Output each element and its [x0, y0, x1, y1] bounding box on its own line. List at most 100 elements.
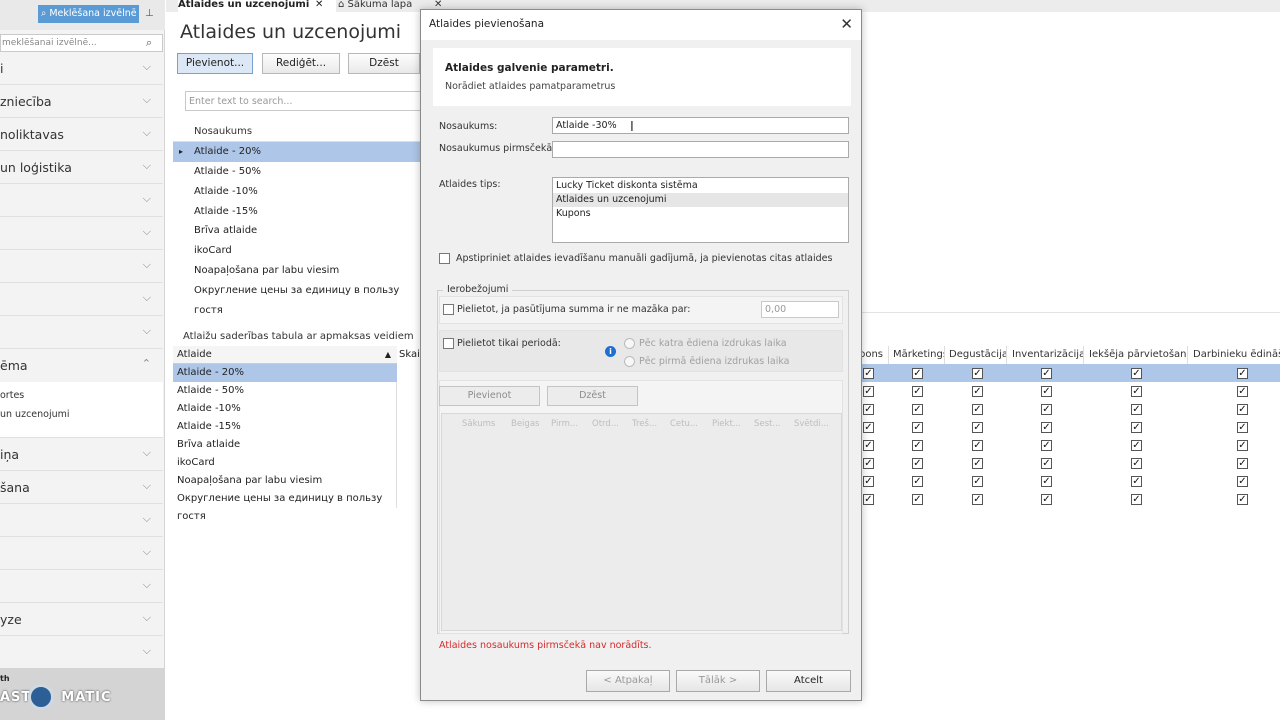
compat-row[interactable]: Brīva atlaide: [173, 436, 397, 454]
confirm-manual-checkbox[interactable]: [439, 253, 450, 264]
compat-checkbox[interactable]: ✓: [972, 458, 983, 469]
compat-checkbox[interactable]: ✓: [1041, 422, 1052, 433]
min-sum-field[interactable]: 0,00: [761, 301, 839, 318]
period-checkbox[interactable]: [443, 338, 454, 349]
compat-checkbox[interactable]: ✓: [863, 476, 874, 487]
compat-checkbox[interactable]: ✓: [1041, 404, 1052, 415]
compat-checkbox[interactable]: ✓: [1131, 386, 1142, 397]
grid-add-button[interactable]: Pievienot: [439, 386, 540, 406]
compat-row[interactable]: Atlaide -10%: [173, 400, 397, 418]
compat-checkbox[interactable]: ✓: [912, 494, 923, 505]
compat-checkbox[interactable]: ✓: [1041, 458, 1052, 469]
compat-col-header[interactable]: Mārketings: [891, 346, 945, 364]
sidebar-item[interactable]: i ⌵: [0, 52, 163, 85]
close-icon[interactable]: ✕: [315, 0, 323, 10]
sidebar-subitem[interactable]: un uzcenojumi: [0, 409, 70, 420]
name-field[interactable]: Atlaide -30%: [552, 117, 849, 134]
type-option[interactable]: Lucky Ticket diskonta sistēma: [553, 179, 848, 193]
compat-checkbox[interactable]: ✓: [863, 440, 874, 451]
grid-delete-button[interactable]: Dzēst: [547, 386, 638, 406]
compat-col-header[interactable]: pons: [859, 346, 889, 364]
compat-checkbox[interactable]: ✓: [863, 458, 874, 469]
compat-checkbox[interactable]: ✓: [1237, 458, 1248, 469]
sidebar-item[interactable]: ⌵: [0, 184, 163, 217]
sidebar-item[interactable]: ⌵: [0, 283, 163, 316]
compat-col-header[interactable]: Darbinieku ēdināš: [1190, 346, 1280, 364]
list-header[interactable]: Nosaukums: [173, 122, 420, 142]
compat-checkbox[interactable]: ✓: [912, 404, 923, 415]
compat-checkbox[interactable]: ✓: [863, 404, 874, 415]
discount-type-list[interactable]: Lucky Ticket diskonta sistēma Atlaides u…: [552, 177, 849, 243]
compat-checkbox[interactable]: ✓: [912, 476, 923, 487]
sidebar-subitem[interactable]: ortes: [0, 390, 24, 401]
compat-checkbox[interactable]: ✓: [1237, 368, 1248, 379]
next-button[interactable]: Tālāk >: [676, 670, 760, 692]
compat-checkbox[interactable]: ✓: [912, 368, 923, 379]
compat-checkbox[interactable]: ✓: [1131, 458, 1142, 469]
type-option-selected[interactable]: Atlaides un uzcenojumi: [553, 193, 848, 207]
compat-checkbox[interactable]: ✓: [972, 386, 983, 397]
compat-checkbox[interactable]: ✓: [912, 458, 923, 469]
compat-checkbox[interactable]: ✓: [972, 440, 983, 451]
compat-checkbox[interactable]: ✓: [1131, 368, 1142, 379]
min-sum-checkbox[interactable]: [443, 304, 454, 315]
compat-checkbox[interactable]: ✓: [1041, 494, 1052, 505]
sidebar-item[interactable]: ⌵: [0, 217, 163, 250]
compat-row[interactable]: ikoCard: [173, 454, 397, 472]
sidebar-item[interactable]: yze ⌵: [0, 603, 163, 636]
compat-checkbox[interactable]: ✓: [972, 422, 983, 433]
type-option[interactable]: Kupons: [553, 207, 848, 221]
compat-col-header[interactable]: Degustācija: [947, 346, 1007, 364]
sidebar-item[interactable]: ⌵: [0, 636, 163, 669]
compat-checkbox[interactable]: ✓: [972, 368, 983, 379]
sidebar-item[interactable]: ⌵: [0, 250, 163, 283]
compat-checkbox[interactable]: ✓: [1237, 494, 1248, 505]
compat-checkbox[interactable]: ✓: [1237, 476, 1248, 487]
list-item[interactable]: Atlaide -10%: [173, 182, 420, 202]
compat-checkbox[interactable]: ✓: [863, 422, 874, 433]
compat-row[interactable]: Округление цены за единицу в пользу гост…: [173, 490, 397, 522]
compat-col-header[interactable]: Inventarizācija: [1009, 346, 1084, 364]
list-item[interactable]: Atlaide - 50%: [173, 162, 420, 182]
compat-checkbox[interactable]: ✓: [1237, 440, 1248, 451]
compat-checkbox[interactable]: ✓: [1237, 386, 1248, 397]
compat-col-header[interactable]: Iekšēja pārvietošana: [1086, 346, 1188, 364]
radio-first-dish[interactable]: [624, 356, 635, 367]
list-item[interactable]: ▸ Atlaide - 20%: [173, 142, 420, 162]
compat-checkbox[interactable]: ✓: [863, 494, 874, 505]
list-item[interactable]: Atlaide -15%: [173, 202, 420, 222]
list-item[interactable]: Noapaļošana par labu viesim: [173, 261, 420, 281]
radio-each-dish[interactable]: [624, 338, 635, 349]
sidebar-item[interactable]: zniecība ⌵: [0, 85, 163, 118]
compat-checkbox[interactable]: ✓: [1041, 476, 1052, 487]
add-button[interactable]: Pievienot...: [177, 53, 253, 74]
compat-checkbox[interactable]: ✓: [912, 440, 923, 451]
compat-row[interactable]: Atlaide - 50%: [173, 382, 397, 400]
pin-icon[interactable]: ⊥: [145, 8, 154, 19]
info-icon[interactable]: i: [605, 346, 616, 357]
compat-checkbox[interactable]: ✓: [912, 422, 923, 433]
compat-checkbox[interactable]: ✓: [1131, 494, 1142, 505]
list-item[interactable]: Brīva atlaide: [173, 221, 420, 241]
period-grid[interactable]: Sākums Beigas Pirm... Otrd... Treš... Ce…: [441, 413, 842, 631]
sidebar-item[interactable]: šana ⌵: [0, 471, 163, 504]
compat-checkbox[interactable]: ✓: [972, 476, 983, 487]
compat-checkbox[interactable]: ✓: [912, 386, 923, 397]
sidebar-item-expanded[interactable]: ēma ⌃: [0, 349, 163, 382]
edit-button[interactable]: Rediģēt...: [262, 53, 340, 74]
compat-row[interactable]: Noapaļošana par labu viesim: [173, 472, 397, 490]
compat-checkbox[interactable]: ✓: [1237, 422, 1248, 433]
compat-row[interactable]: Atlaide -15%: [173, 418, 397, 436]
sidebar-item[interactable]: un loģistika ⌵: [0, 151, 163, 184]
close-icon[interactable]: ✕: [840, 15, 853, 33]
sidebar-search-input[interactable]: meklēšanai izvēlnē... ⌕: [0, 34, 163, 52]
compat-checkbox[interactable]: ✓: [1041, 440, 1052, 451]
search-icon[interactable]: ⌕: [146, 36, 160, 50]
list-item[interactable]: ikoCard: [173, 241, 420, 261]
tab-discounts[interactable]: Atlaides un uzcenojumi ✕: [178, 0, 336, 12]
compat-checkbox[interactable]: ✓: [1131, 404, 1142, 415]
sidebar-title[interactable]: ⌕ Meklēšana izvēlnē: [38, 5, 139, 23]
sidebar-item[interactable]: ⌵: [0, 537, 163, 570]
compat-checkbox[interactable]: ✓: [1131, 422, 1142, 433]
sidebar-item[interactable]: ⌵: [0, 504, 163, 537]
